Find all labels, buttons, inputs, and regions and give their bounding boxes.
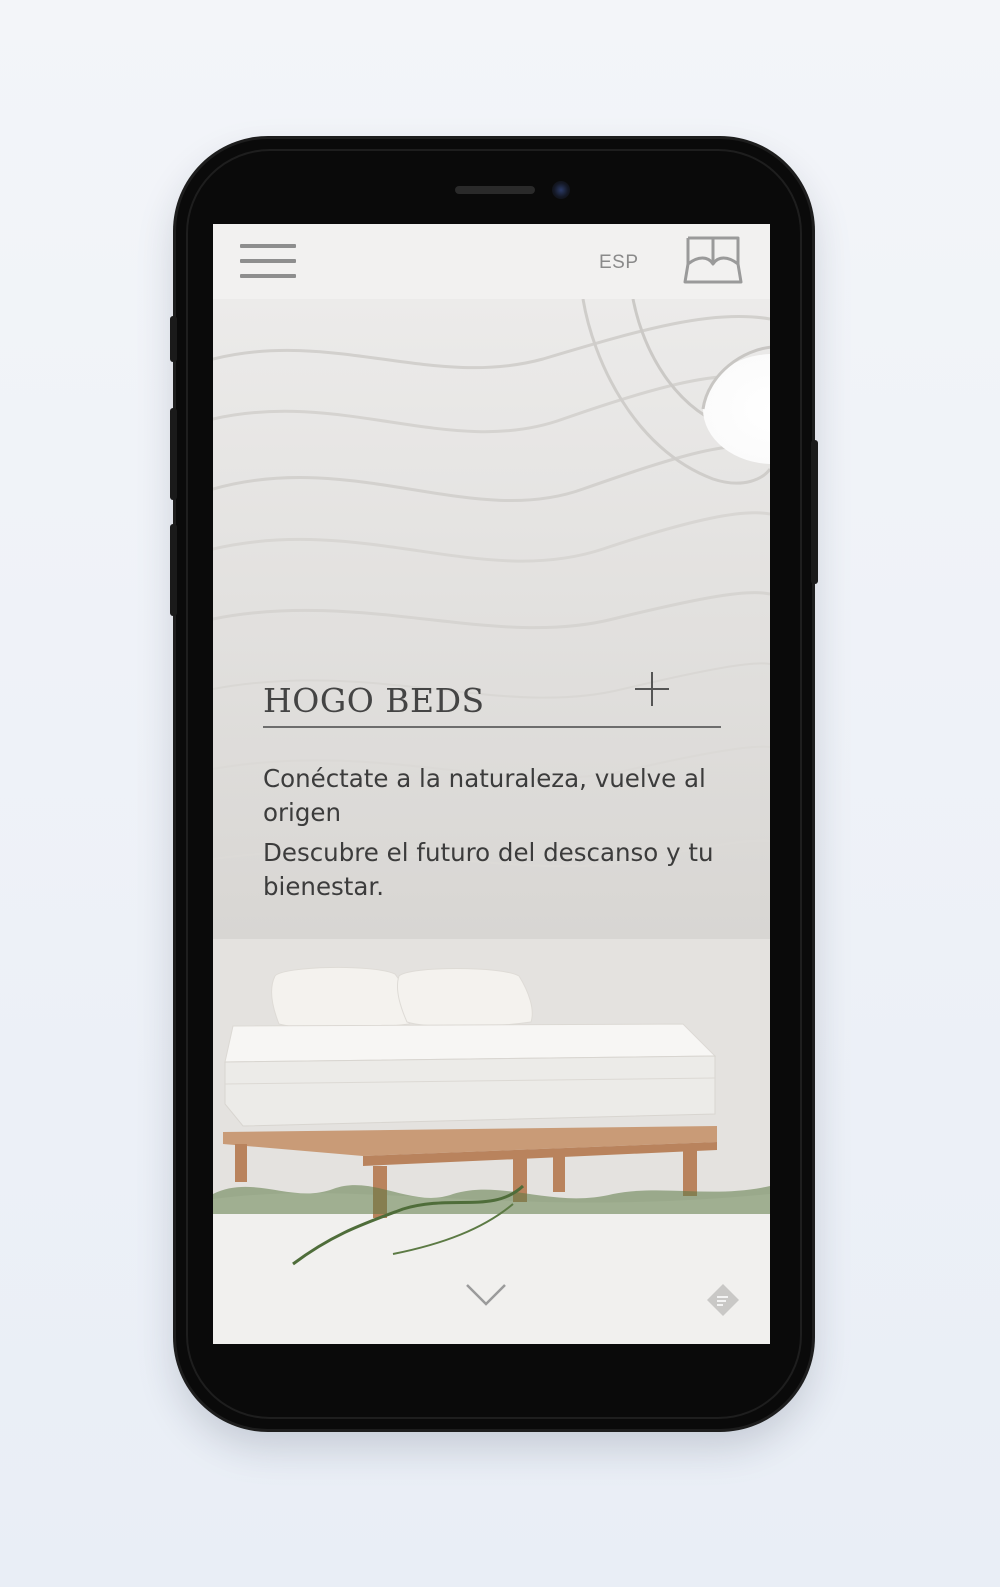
tagline-future: Descubre el futuro del descanso y tu bie… — [263, 838, 714, 901]
language-selector[interactable]: ESP — [599, 252, 639, 274]
top-bar: ESP — [213, 224, 770, 299]
bed-logo-icon[interactable] — [683, 234, 743, 286]
front-camera — [552, 181, 570, 199]
phone-screen: ESP HOGO BEDS Conéctate a la naturaleza,… — [213, 224, 770, 1344]
plus-icon[interactable] — [635, 672, 669, 706]
hero-content: HOGO BEDS Conéctate a la naturaleza, vue… — [263, 672, 721, 904]
bed-image — [213, 966, 770, 1266]
chat-badge-icon[interactable] — [705, 1282, 741, 1318]
volume-down-button — [170, 524, 177, 616]
brand-title: HOGO BEDS — [263, 681, 485, 720]
volume-up-button — [170, 408, 177, 500]
mute-switch — [170, 316, 177, 362]
chevron-down-icon[interactable] — [465, 1282, 507, 1308]
tagline-nature: Conéctate a la naturaleza, vuelve al ori… — [263, 764, 706, 827]
power-button — [811, 440, 818, 584]
hamburger-menu-icon[interactable] — [240, 244, 296, 278]
earpiece-speaker — [455, 186, 535, 194]
title-row: HOGO BEDS — [263, 672, 721, 728]
